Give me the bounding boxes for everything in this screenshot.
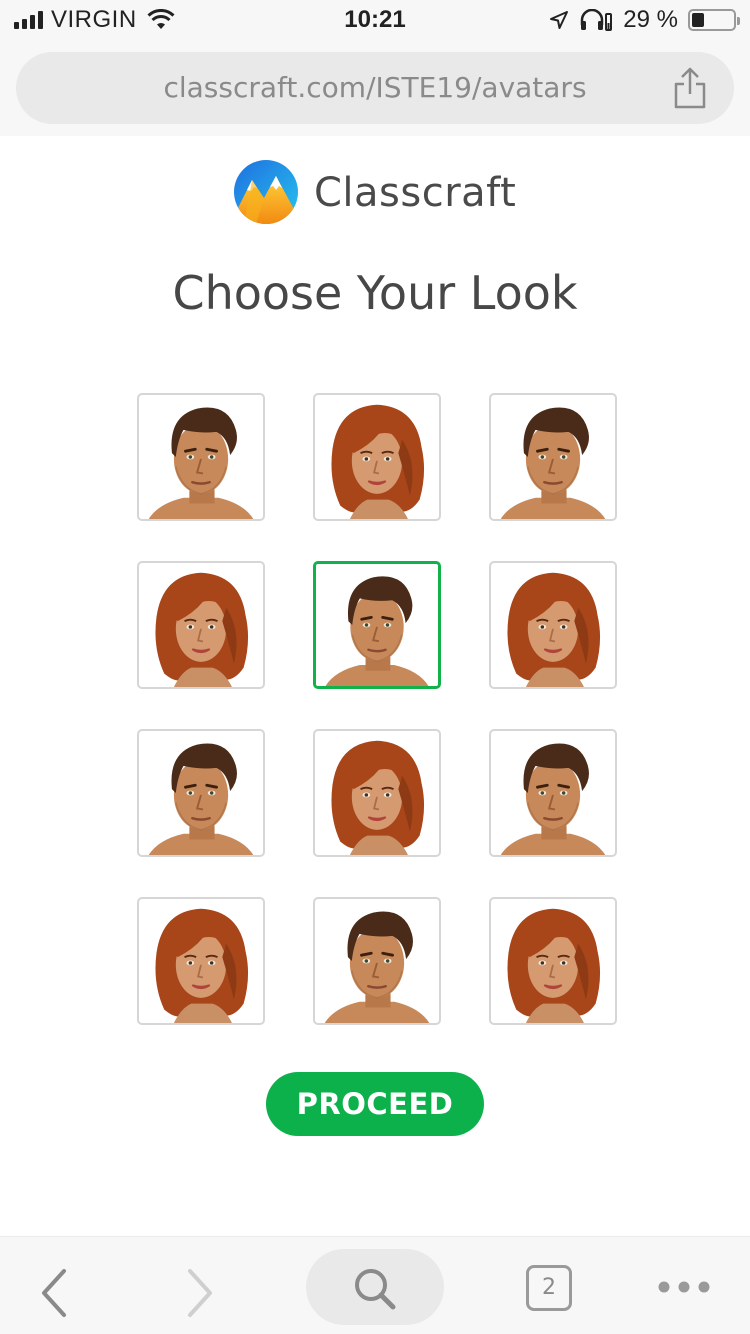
location-arrow-icon — [550, 11, 569, 29]
page-title: Choose Your Look — [172, 266, 578, 320]
share-icon[interactable] — [670, 66, 710, 110]
forward-icon[interactable] — [160, 1247, 240, 1323]
classcraft-logo-icon — [234, 160, 298, 224]
battery-level — [692, 13, 704, 27]
tabs-button[interactable]: 2 — [526, 1265, 572, 1311]
avatar-option[interactable] — [489, 393, 617, 521]
headphones-icon — [581, 9, 613, 31]
avatar-option[interactable] — [489, 561, 617, 689]
browser-address-area: classcraft.com/ISTE19/avatars — [0, 40, 750, 136]
female-avatar-portrait — [155, 572, 249, 687]
url-text[interactable]: classcraft.com/ISTE19/avatars — [16, 71, 734, 104]
battery-percent: 29 % — [623, 6, 678, 33]
more-icon[interactable] — [644, 1247, 724, 1323]
male-avatar-portrait — [148, 743, 254, 855]
search-icon — [355, 1269, 396, 1310]
male-avatar-portrait — [148, 407, 254, 519]
battery-icon — [688, 9, 740, 31]
male-avatar-portrait — [325, 576, 429, 686]
back-icon[interactable] — [14, 1247, 94, 1323]
avatar-option[interactable] — [313, 393, 441, 521]
status-bar: VIRGIN 10:21 29 % — [0, 0, 750, 40]
male-avatar-portrait — [500, 743, 606, 855]
avatar-option[interactable] — [137, 393, 265, 521]
avatar-option[interactable] — [137, 897, 265, 1025]
avatar-option[interactable] — [489, 729, 617, 857]
avatar-option[interactable] — [313, 897, 441, 1025]
proceed-button[interactable]: PROCEED — [266, 1072, 484, 1136]
avatar-option[interactable] — [137, 561, 265, 689]
address-bar[interactable]: classcraft.com/ISTE19/avatars — [16, 52, 734, 124]
search-button[interactable] — [306, 1249, 444, 1325]
avatar-option[interactable] — [313, 729, 441, 857]
avatar-option[interactable] — [137, 729, 265, 857]
female-avatar-portrait — [331, 404, 425, 519]
avatar-option-selected[interactable] — [313, 561, 441, 689]
browser-toolbar: 2 — [0, 1236, 750, 1334]
brand-header: Classcraft — [0, 158, 750, 226]
male-avatar-portrait — [324, 911, 430, 1023]
female-avatar-portrait — [507, 908, 601, 1023]
avatar-option[interactable] — [489, 897, 617, 1025]
female-avatar-portrait — [155, 908, 249, 1023]
male-avatar-portrait — [500, 407, 606, 519]
female-avatar-portrait — [331, 740, 425, 855]
female-avatar-portrait — [507, 572, 601, 687]
brand-name: Classcraft — [314, 170, 517, 216]
